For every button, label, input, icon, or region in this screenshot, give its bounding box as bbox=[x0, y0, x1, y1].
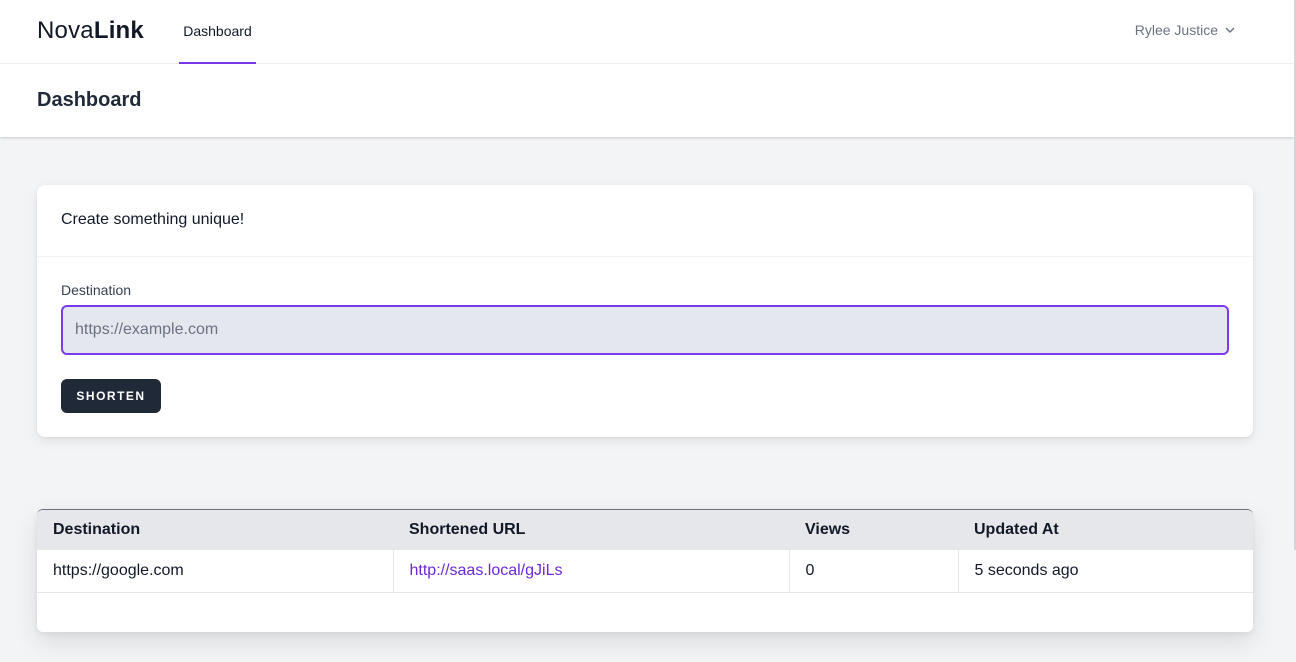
column-header-destination: Destination bbox=[53, 521, 141, 538]
page-header: Dashboard bbox=[0, 64, 1294, 137]
brand-name-bold: Link bbox=[93, 17, 144, 44]
destination-input[interactable] bbox=[61, 305, 1229, 355]
destination-label: Destination bbox=[61, 282, 132, 298]
nav-tab-dashboard[interactable]: Dashboard bbox=[179, 0, 256, 64]
cell-views: 0 bbox=[789, 550, 959, 592]
links-table: Destination Shortened URL Views Updated … bbox=[37, 509, 1253, 632]
column-header-updated-at: Updated At bbox=[974, 521, 1059, 538]
page-title: Dashboard bbox=[37, 89, 142, 111]
table-header-row: Destination Shortened URL Views Updated … bbox=[37, 510, 1253, 550]
user-menu-dropdown[interactable]: Rylee Justice bbox=[1135, 22, 1236, 38]
cell-destination: https://google.com bbox=[37, 550, 394, 592]
column-header-views: Views bbox=[805, 521, 851, 538]
shorten-button[interactable]: SHORTEN bbox=[61, 379, 161, 413]
chevron-down-icon bbox=[1225, 27, 1235, 33]
card-heading: Create something unique! bbox=[37, 185, 1253, 257]
table-row: https://google.com http://saas.local/gJi… bbox=[37, 550, 1253, 592]
create-link-card: Create something unique! Destination SHO… bbox=[37, 185, 1253, 437]
cell-updated-at: 5 seconds ago bbox=[974, 561, 1079, 579]
top-navigation: NovaLink Dashboard Rylee Justice bbox=[0, 0, 1294, 64]
column-header-shortened-url: Shortened URL bbox=[409, 521, 526, 538]
brand-name-light: Nova bbox=[37, 17, 94, 44]
nav-tab-dashboard-label: Dashboard bbox=[183, 23, 252, 39]
shortened-url-link[interactable]: http://saas.local/gJiLs bbox=[410, 562, 563, 579]
user-name: Rylee Justice bbox=[1134, 22, 1218, 38]
brand-logo[interactable]: NovaLink bbox=[37, 17, 144, 45]
cell-shortened-url: http://saas.local/gJiLs bbox=[393, 550, 790, 592]
